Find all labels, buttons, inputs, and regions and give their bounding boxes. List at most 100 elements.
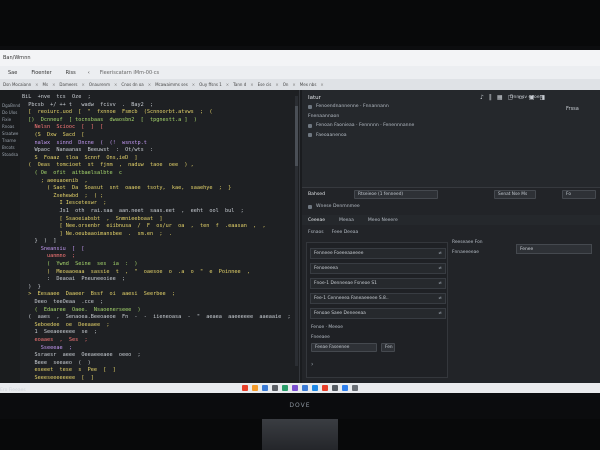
panel-row-text: Fnenaannaon [308, 113, 340, 119]
taskbar-app-icon[interactable] [262, 385, 268, 391]
subtab[interactable]: Feee Deeaa [332, 230, 359, 235]
list-item-text: Fenoeeeea [314, 266, 338, 271]
music-icon[interactable]: ♪ [480, 94, 484, 101]
list-item[interactable]: Fenoae Saee Deneeeaa ≠ [310, 308, 446, 319]
panel-header: Iatur ♪ ‖ ▦ ▢ ▭ ▣ ◨ Dnnnsv eeoerr Frssa … [302, 90, 600, 188]
tab[interactable]: Cnos dn oa [121, 82, 143, 87]
panel-small-label: Frssa [566, 106, 579, 112]
code-line: Js1 oth rai.saa aan.neet saas.eet , eeht… [22, 207, 244, 214]
code-line: ; aeeuaoenib , [22, 177, 88, 184]
list-item[interactable]: Fenoeeeea ≠ [310, 263, 446, 274]
close-icon[interactable]: × [148, 82, 151, 87]
close-icon[interactable]: × [52, 82, 55, 87]
code-line: Zxehewbd ; ( ; [22, 192, 104, 199]
tab[interactable]: Tann d [233, 82, 246, 87]
tab[interactable]: Dameers [59, 82, 77, 87]
close-icon[interactable]: × [114, 82, 117, 87]
sidebar-item[interactable]: Rnoas [0, 124, 20, 131]
monitor-brand: DOVE [289, 402, 311, 409]
tab[interactable]: On [283, 82, 289, 87]
taskbar-app-icon[interactable] [272, 385, 278, 391]
sidebar-item[interactable]: Tnarne [0, 138, 20, 145]
panel-row[interactable]: Fenoan Faonieaa · Fennnnn · Fenennnanne [308, 123, 414, 128]
close-icon[interactable]: × [292, 82, 295, 87]
tab[interactable]: Ese cis [258, 82, 272, 87]
pause-icon[interactable]: ‖ [489, 94, 492, 101]
subrow-text: Wnese Denmnmee [316, 204, 360, 209]
menu-item[interactable]: Riss [64, 69, 78, 77]
value-field[interactable]: Fo [562, 190, 596, 199]
code-line: S Foaaz tloa Scnnf Ons,ieD ] [22, 154, 138, 161]
code-line: ) } [22, 283, 41, 290]
taskbar-app-icon[interactable] [252, 385, 258, 391]
panel-tab[interactable]: Ceeeae [308, 218, 325, 223]
code-line: ] Ne.oeubaaoimansbee . sm.en ; . [22, 230, 172, 237]
taskbar-app-icon[interactable] [342, 385, 348, 391]
code-line: ( Oeas tomcioet st fjnm , naduw taoe oee… [22, 162, 194, 169]
list-item[interactable]: Fee-1 Cenneeea Faneaeeeee S.8.. ≠ [310, 293, 446, 304]
toggle-icon[interactable]: ≠ [438, 296, 442, 301]
code-area[interactable]: BiL +nve tcs Oze ; Pbcsb +/ ++ t wadw fc… [22, 94, 294, 380]
grid-icon[interactable]: ▦ [497, 94, 503, 101]
close-icon[interactable]: × [320, 82, 323, 87]
property-list: Fenneee Foeeeaaeeee ≠ Fenoeeeea ≠ Fnoe-1 Den… [306, 242, 448, 378]
code-line: nalwx sinnd Dncne ( (! wsnxtp.t [22, 139, 147, 146]
tab[interactable]: Onaurenm [89, 82, 110, 87]
sidebar-item[interactable]: Stoadsa [0, 152, 20, 159]
scope-field[interactable]: Senat Nse Ms [494, 190, 536, 199]
taskbar-app-icon[interactable] [282, 385, 288, 391]
close-icon[interactable]: × [35, 82, 38, 87]
tab[interactable]: Mex nbs [300, 82, 317, 87]
sidebar-item[interactable]: Fixie [0, 117, 20, 124]
toggle-icon[interactable]: ≠ [438, 251, 442, 256]
close-icon[interactable]: × [192, 82, 195, 87]
sidebar-item[interactable]: DgaBnnd [0, 103, 20, 110]
close-icon[interactable]: × [82, 82, 85, 87]
panel-tab[interactable]: Meeo Neeere [368, 218, 398, 223]
code-line: (S Dxw Sacd [ [22, 131, 85, 138]
panel-row[interactable]: Faeoaanenoa [308, 133, 347, 138]
taskbar-app-icon[interactable] [292, 385, 298, 391]
list-field[interactable]: Feeae Faseenee [311, 343, 377, 352]
close-icon[interactable]: × [250, 82, 253, 87]
sidebar-item[interactable]: Do Ulos [0, 110, 20, 117]
list-item[interactable]: Fenneee Foeeeaaeeee ≠ [310, 248, 446, 259]
close-icon[interactable]: × [275, 82, 278, 87]
sidebar-item[interactable]: Brcots [0, 145, 20, 152]
taskbar-app-icon[interactable] [312, 385, 318, 391]
close-icon[interactable]: × [226, 82, 229, 87]
taskbar-app-icon[interactable] [332, 385, 338, 391]
taskbar-app-icon[interactable] [302, 385, 308, 391]
menu-item[interactable]: Sae [6, 69, 19, 77]
list-field-small[interactable]: Fen [381, 343, 395, 352]
list-item-text: Fenoae Saee Deneeeaa [314, 311, 366, 316]
toggle-icon[interactable]: ≠ [438, 281, 442, 286]
monitor-stand [262, 419, 338, 450]
code-line: ( Ywnd Seine ses ia : ) [22, 261, 138, 268]
tab[interactable]: Mcawaimms ses [155, 82, 188, 87]
code-editor[interactable]: DgaBnnd Do Ulos Fixie Rnoas Sraatwe Tnarne Brc… [0, 90, 300, 383]
menu-item[interactable]: Fioenter [29, 69, 53, 77]
address-bar[interactable]: Fieeriscatarn iMm-00·cs [100, 70, 159, 76]
taskbar-app-icon[interactable] [352, 385, 358, 391]
panel-row[interactable]: Fenoendnannenne · Fnnannann [308, 104, 389, 109]
tab[interactable]: Ms [43, 82, 49, 87]
editor-scroll-thumb[interactable] [295, 106, 298, 166]
panel-tab[interactable]: Meeaa [339, 218, 354, 223]
detail-box[interactable]: Fenee [516, 244, 592, 254]
list-item[interactable]: Fnoe-1 Denneeae Fsneoe S1 ≠ [310, 278, 446, 289]
editor-scrollbar[interactable] [295, 96, 298, 366]
taskbar-app-icon[interactable] [322, 385, 328, 391]
sidebar-item[interactable]: Sraatwe [0, 131, 20, 138]
list-label: Fneeaee [311, 335, 330, 340]
tab[interactable]: Ouy ffsns 1 [199, 82, 222, 87]
filter-field[interactable]: Rtseieoe (1 fenneed) [354, 190, 438, 199]
toggle-icon[interactable]: ≠ [438, 266, 442, 271]
chevron-right-icon[interactable]: › [311, 361, 313, 368]
back-icon[interactable]: ‹ [88, 70, 90, 76]
toggle-icon[interactable]: ≠ [438, 311, 442, 316]
taskbar-app-icon[interactable] [242, 385, 248, 391]
panel-row[interactable]: Fnenaannaon [308, 114, 339, 119]
tab[interactable]: Dsn Mocaiann [3, 82, 31, 87]
subtab[interactable]: Fsnaos [308, 230, 324, 235]
